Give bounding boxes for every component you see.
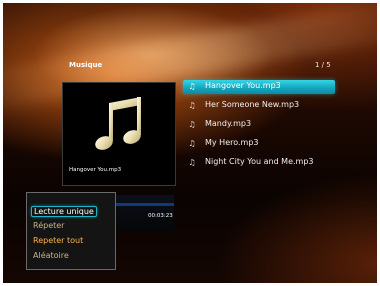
playlist-item-label: Night City You and Me.mp3 <box>205 157 314 166</box>
media-player-screen: Musique 1 / 5 Hangover You.mp3 00:03:23 … <box>3 3 377 283</box>
page-indicator: 1 / 5 <box>315 61 331 69</box>
menu-item-aleatoire[interactable]: Aléatoire <box>33 251 69 260</box>
playlist-item-label: Hangover You.mp3 <box>205 81 281 90</box>
menu-item-lecture-unique[interactable]: Lecture unique <box>31 206 97 217</box>
playlist-item[interactable]: ♫ Hangover You.mp3 <box>183 80 335 94</box>
menu-item-repeter[interactable]: Répeter <box>33 221 64 230</box>
playlist-item[interactable]: ♫ Her Someone New.mp3 <box>183 99 335 113</box>
album-art-caption: Hangover You.mp3 <box>69 167 122 173</box>
repeat-mode-menu: Lecture unique Répeter Repeter tout Aléa… <box>26 192 116 270</box>
page-title: Musique <box>69 61 103 69</box>
menu-item-repeter-tout[interactable]: Repeter tout <box>33 236 83 245</box>
music-note-icon <box>63 91 175 161</box>
playlist-item-label: Her Someone New.mp3 <box>205 100 300 109</box>
playlist-item-label: My Hero.mp3 <box>205 138 259 147</box>
background-light-streak <box>3 3 377 115</box>
music-note-icon: ♫ <box>188 120 196 129</box>
playlist-item[interactable]: ♫ Night City You and Me.mp3 <box>183 156 335 170</box>
music-note-icon: ♫ <box>188 101 196 110</box>
album-art: Hangover You.mp3 <box>62 82 176 186</box>
music-note-icon: ♫ <box>188 82 196 91</box>
music-note-icon: ♫ <box>188 158 196 167</box>
music-note-icon: ♫ <box>188 139 196 148</box>
playlist-item-label: Mandy.mp3 <box>205 119 252 128</box>
playlist-item[interactable]: ♫ Mandy.mp3 <box>183 118 335 132</box>
playlist-item[interactable]: ♫ My Hero.mp3 <box>183 137 335 151</box>
elapsed-time: 00:03:23 <box>148 213 173 219</box>
